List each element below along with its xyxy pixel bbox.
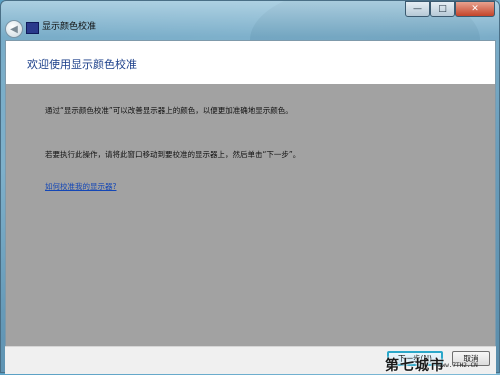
help-link[interactable]: 如何校准我的显示器? xyxy=(45,182,116,192)
watermark-logo: 第七城市 xyxy=(385,358,445,374)
instruction-paragraph: 若要执行此操作，请将此窗口移动到要校准的显示器上，然后单击“下一步”。 xyxy=(45,150,301,159)
close-button[interactable]: ✕ xyxy=(455,1,495,17)
intro-paragraph: 通过“显示颜色校准”可以改善显示器上的颜色，以便更加准确地显示颜色。 xyxy=(45,106,293,115)
window-title: 显示颜色校准 xyxy=(42,22,97,32)
watermark-url: www.7TH2.CN xyxy=(438,362,478,369)
instruction-area xyxy=(6,84,495,346)
minimize-button[interactable]: — xyxy=(405,1,430,17)
calibration-window: — □ ✕ ◀ 显示颜色校准 欢迎使用显示颜色校准 通过“显示颜色校准”可以改善… xyxy=(0,0,500,374)
back-arrow-icon[interactable]: ◀ xyxy=(5,20,23,38)
page-title: 欢迎使用显示颜色校准 xyxy=(27,58,137,71)
caption-buttons: — □ ✕ xyxy=(405,1,495,17)
display-calibration-icon xyxy=(26,22,39,34)
maximize-button[interactable]: □ xyxy=(430,1,455,17)
